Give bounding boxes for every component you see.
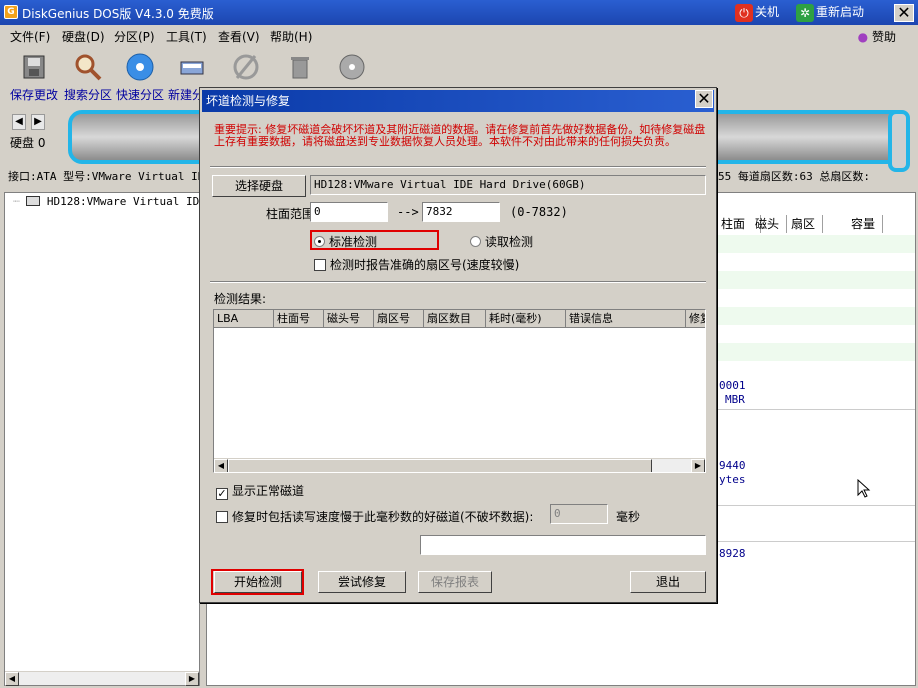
quick-partition-button[interactable]: 快速分区 — [114, 52, 166, 103]
restart-icon: ✲ — [796, 3, 814, 22]
close-window-button[interactable]: ✕ — [894, 4, 914, 22]
pane-text-1: 0001 — [719, 379, 746, 392]
tree-item-disk[interactable]: ┈ HD128:VMware Virtual IDE H — [13, 195, 219, 208]
menu-help[interactable]: 帮助(H) — [270, 28, 312, 45]
col-cylinder-no[interactable]: 柱面号 — [274, 310, 324, 328]
col-sector-no[interactable]: 扇区号 — [374, 310, 424, 328]
ms-threshold-input[interactable]: 0 — [550, 504, 608, 524]
show-normal-tracks-checkbox[interactable]: ✓ 显示正常磁道 — [216, 482, 304, 500]
menu-tools[interactable]: 工具(T) — [166, 28, 207, 45]
result-list[interactable]: LBA 柱面号 磁头号 扇区号 扇区数目 耗时(毫秒) 错误信息 修复 ◀ ▶ — [213, 309, 706, 473]
save-changes-button[interactable]: 保存更改 — [8, 52, 60, 103]
report-accurate-sector-checkbox[interactable]: 检测时报告准确的扇区号(速度较慢) — [314, 256, 519, 273]
radio-read-check[interactable]: 读取检测 — [470, 233, 533, 250]
warning-text: 重要提示: 修复坏磁道会破坏坏道及其附近磁道的数据。请在修复前首先做好数据备份。… — [214, 123, 706, 148]
disc-icon — [339, 54, 365, 80]
power-icon: ⏻ — [735, 3, 753, 22]
magnifier-icon — [75, 54, 102, 81]
radio-unselected-icon — [470, 236, 481, 247]
checkbox-empty-icon — [314, 259, 326, 271]
donate-icon: ● — [857, 30, 869, 44]
left-hscrollbar[interactable]: ◀ ▶ — [5, 671, 199, 686]
cylinder-from-input[interactable]: 0 — [310, 202, 388, 222]
radio-standard-check[interactable]: 标准检测 — [314, 233, 377, 250]
save-report-button: 保存报表 — [418, 571, 492, 593]
prev-disk-arrow[interactable]: ◀ — [12, 114, 26, 130]
format-disabled-icon — [233, 54, 259, 80]
shutdown-button[interactable]: ⏻ 关机 — [735, 3, 779, 23]
bad-sector-dialog: 坏道检测与修复 ✕ 重要提示: 修复坏磁道会破坏坏道及其附近磁道的数据。请在修复… — [199, 87, 717, 603]
restart-button[interactable]: ✲ 重新启动 — [796, 3, 864, 23]
dialog-title: 坏道检测与修复 — [206, 94, 291, 108]
menu-disk[interactable]: 硬盘(D) — [62, 28, 105, 45]
col-sector-count[interactable]: 扇区数目 — [424, 310, 486, 328]
donate-button[interactable]: ● 赞助 — [858, 28, 896, 45]
menu-view[interactable]: 查看(V) — [218, 28, 260, 45]
cylinder-to-input[interactable]: 7832 — [422, 202, 500, 222]
menu-partition[interactable]: 分区(P) — [114, 28, 155, 45]
start-scan-button[interactable]: 开始检测 — [214, 571, 302, 593]
col-capacity[interactable]: 容量 — [823, 215, 883, 233]
progress-bar — [420, 535, 706, 555]
disk-tree-pane: ┈ HD128:VMware Virtual IDE H ◀ ▶ — [4, 192, 219, 686]
dialog-close-button[interactable]: ✕ — [695, 90, 713, 108]
mouse-cursor-icon — [857, 479, 871, 498]
delete-partition-button — [274, 52, 326, 86]
cylinder-range-hint: (0-7832) — [510, 205, 568, 219]
col-head-no[interactable]: 磁头号 — [324, 310, 374, 328]
scroll-right-icon[interactable]: ▶ — [185, 672, 199, 686]
disk-name-field: HD128:VMware Virtual IDE Hard Drive(60GB… — [310, 175, 706, 195]
repair-slow-tracks-checkbox[interactable]: 修复时包括读写速度慢于此毫秒数的好磁道(不破坏数据): — [216, 508, 533, 525]
col-head[interactable]: 磁头 — [751, 215, 787, 233]
search-partition-button[interactable]: 搜索分区 — [62, 52, 114, 103]
col-sector[interactable]: 扇区 — [787, 215, 823, 233]
col-lba[interactable]: LBA — [214, 310, 274, 328]
checkbox-empty-icon — [216, 511, 228, 523]
exit-button[interactable]: 退出 — [630, 571, 706, 593]
try-repair-button[interactable]: 尝试修复 — [318, 571, 406, 593]
disk-info-right: 55 每道扇区数:63 总扇区数: — [718, 170, 870, 183]
dialog-title-bar: 坏道检测与修复 — [202, 90, 714, 112]
checkbox-checked-icon: ✓ — [216, 487, 228, 500]
hard-disk-icon — [26, 196, 41, 206]
disk-label: 硬盘 0 — [10, 136, 46, 150]
next-disk-arrow[interactable]: ▶ — [31, 114, 45, 130]
radio-selected-icon — [314, 236, 325, 247]
menu-file[interactable]: 文件(F) — [10, 28, 50, 45]
save-icon — [23, 55, 45, 79]
new-partition-icon — [180, 61, 204, 75]
backup-button — [326, 52, 378, 86]
pane-text-5: 8928 — [719, 547, 746, 560]
result-scroll-thumb[interactable] — [228, 459, 652, 472]
title-bar: G DiskGenius DOS版 V4.3.0 免费版 ⏻ 关机 ✲ 重新启动 ✕ — [0, 0, 918, 25]
scroll-left-icon[interactable]: ◀ — [5, 672, 19, 686]
range-arrow: --> — [397, 205, 419, 219]
result-hscrollbar[interactable]: ◀ ▶ — [214, 458, 705, 472]
result-label: 检测结果: — [214, 292, 267, 306]
window-title: DiskGenius DOS版 V4.3.0 免费版 — [22, 7, 214, 21]
pane-text-2: MBR — [725, 393, 745, 406]
pane-text-4: ytes — [719, 473, 746, 486]
col-time-ms[interactable]: 耗时(毫秒) — [486, 310, 566, 328]
format-button — [220, 52, 272, 86]
menu-bar: 文件(F) 硬盘(D) 分区(P) 工具(T) 查看(V) 帮助(H) ● 赞助 — [0, 25, 918, 47]
app-icon: G — [4, 5, 18, 19]
col-error-info[interactable]: 错误信息 — [566, 310, 686, 328]
col-repair[interactable]: 修复 — [686, 310, 705, 328]
select-disk-button[interactable]: 选择硬盘 — [212, 175, 306, 197]
disk-info-left: 接口:ATA 型号:VMware Virtual IDE — [8, 170, 211, 183]
ms-unit-label: 毫秒 — [616, 510, 641, 524]
pane-text-3: 9440 — [719, 459, 746, 472]
result-scroll-left-icon[interactable]: ◀ — [214, 459, 228, 472]
trash-icon — [291, 57, 309, 79]
quick-partition-icon — [126, 53, 154, 81]
result-scroll-right-icon[interactable]: ▶ — [691, 459, 705, 472]
